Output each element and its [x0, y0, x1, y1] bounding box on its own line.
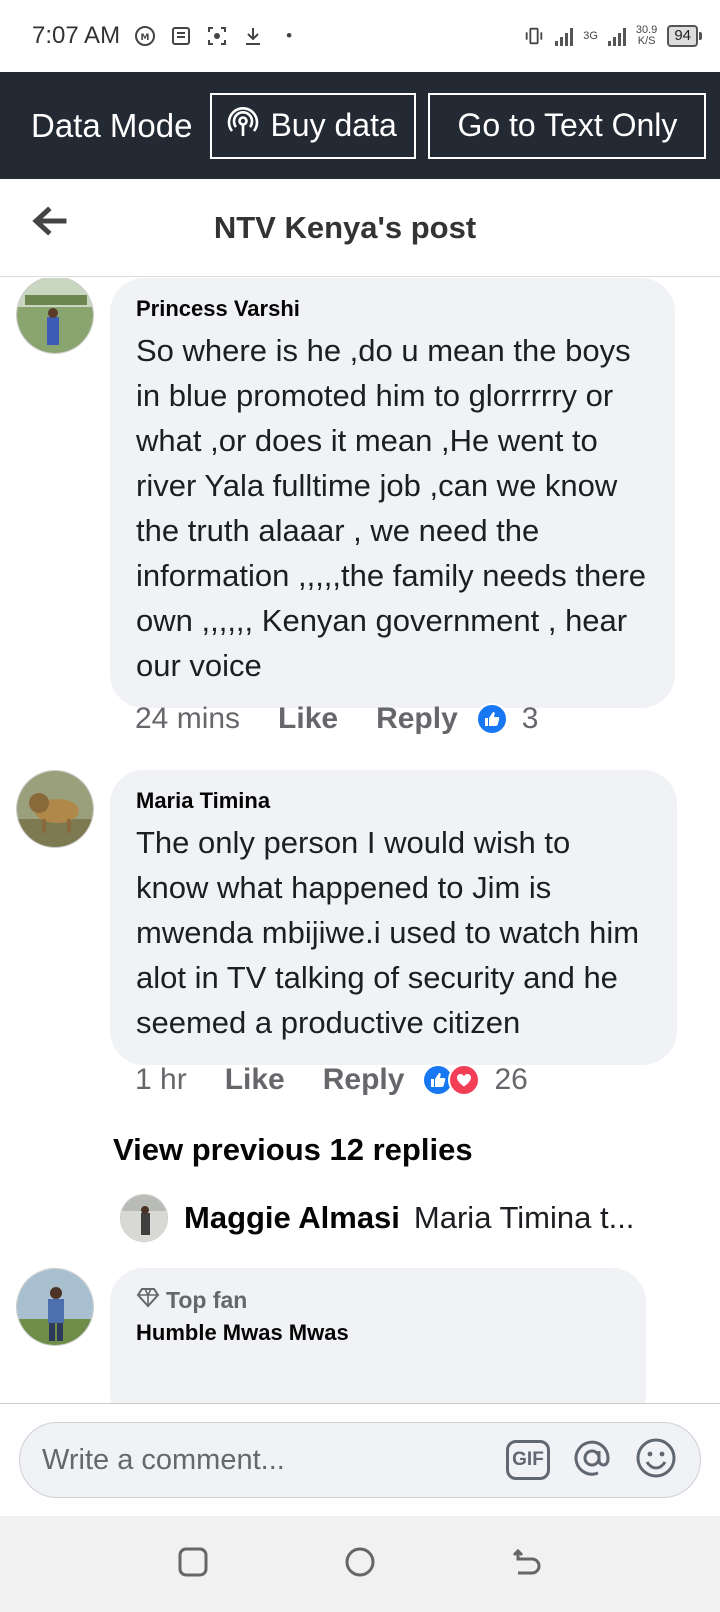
download-icon — [242, 25, 264, 47]
comment-actions: 24 mins Like Reply 3 — [135, 702, 538, 736]
reply-button[interactable]: Reply — [323, 1063, 405, 1097]
reactions[interactable] — [475, 703, 508, 735]
comment-bubble[interactable]: Princess Varshi So where is he ,do u mea… — [110, 278, 675, 708]
comment-composer: Write a comment... GIF — [0, 1403, 720, 1516]
mention-icon[interactable] — [570, 1436, 614, 1485]
comment-actions: 1 hr Like Reply 26 — [135, 1063, 528, 1097]
battery-indicator: 94 — [667, 25, 702, 47]
dot-icon: • — [286, 26, 293, 45]
reactions[interactable] — [422, 1064, 481, 1096]
home-icon[interactable] — [343, 1545, 377, 1584]
reply-author[interactable]: Maggie Almasi — [184, 1200, 400, 1236]
data-mode-label: Data Mode — [31, 106, 193, 144]
signal-icon-2 — [607, 26, 626, 46]
recent-apps-icon[interactable] — [176, 1545, 210, 1584]
top-fan-badge: Top fan — [136, 1286, 620, 1314]
comment-text: The only person I would wish to know wha… — [136, 825, 640, 1040]
like-reaction-icon — [475, 703, 508, 735]
comments-feed[interactable]: Princess Varshi So where is he ,do u mea… — [0, 278, 720, 1403]
gif-button[interactable]: GIF — [506, 1440, 550, 1480]
page-title: NTV Kenya's post — [213, 209, 477, 245]
avatar[interactable] — [16, 1268, 94, 1346]
text-only-button[interactable]: Go to Text Only — [428, 92, 707, 159]
wifi-broadcast-icon — [226, 105, 260, 147]
comment-text: So where is he ,do u mean the boys in bl… — [136, 333, 647, 683]
reply-button[interactable]: Reply — [376, 702, 458, 736]
comment-placeholder: Write a comment... — [42, 1443, 285, 1476]
messenger-icon: M — [134, 25, 156, 47]
back-icon[interactable] — [510, 1545, 544, 1584]
notification-icons: M • — [134, 25, 300, 47]
comment-input[interactable]: Write a comment... GIF — [19, 1422, 701, 1498]
composer-icons: GIF — [506, 1436, 678, 1485]
screenshot-icon — [206, 25, 228, 47]
reaction-count[interactable]: 3 — [522, 702, 539, 736]
status-time: 7:07 AM — [32, 22, 121, 49]
news-icon — [170, 25, 192, 47]
comment-time[interactable]: 24 mins — [135, 702, 240, 736]
data-mode-bar: Data Mode Buy data Go to Text Only — [0, 72, 720, 179]
text-only-label: Go to Text Only — [457, 107, 678, 143]
buy-data-button[interactable]: Buy data — [210, 92, 417, 159]
avatar[interactable] — [16, 770, 94, 848]
reply-preview: Maria Timina t... — [413, 1200, 635, 1235]
latest-reply[interactable]: Maggie Almasi Maria Timina t... — [120, 1194, 634, 1242]
comment-bubble[interactable]: Top fan Humble Mwas Mwas — [110, 1268, 646, 1403]
emoji-icon[interactable] — [634, 1436, 678, 1485]
vibrate-icon — [523, 25, 545, 47]
comment-bubble[interactable]: Maria Timina The only person I would wis… — [110, 770, 677, 1065]
system-nav-bar — [0, 1516, 720, 1612]
reaction-count[interactable]: 26 — [494, 1063, 527, 1097]
like-button[interactable]: Like — [278, 702, 338, 736]
comment-time[interactable]: 1 hr — [135, 1063, 187, 1097]
heart-reaction-icon — [448, 1064, 481, 1096]
comment-author[interactable]: Maria Timina — [136, 788, 651, 814]
status-bar: 7:07 AM M • 3G 30.9 K/S 94 — [0, 0, 720, 72]
svg-text:M: M — [141, 33, 150, 43]
system-indicators: 3G 30.9 K/S 94 — [523, 24, 702, 47]
comment-author[interactable]: Humble Mwas Mwas — [136, 1320, 620, 1346]
comment-author[interactable]: Princess Varshi — [136, 296, 649, 322]
avatar[interactable] — [120, 1194, 168, 1242]
top-fan-label: Top fan — [166, 1286, 248, 1313]
view-previous-replies-link[interactable]: View previous 12 replies — [113, 1132, 473, 1168]
back-arrow-icon[interactable] — [28, 201, 72, 245]
buy-data-label: Buy data — [270, 107, 397, 143]
post-header: NTV Kenya's post — [0, 179, 720, 277]
like-button[interactable]: Like — [225, 1063, 285, 1097]
signal-icon — [555, 26, 574, 46]
avatar[interactable] — [16, 278, 94, 354]
diamond-icon — [136, 1286, 160, 1314]
net-speed: 30.9 K/S — [635, 24, 658, 47]
network-type: 3G — [583, 29, 598, 42]
